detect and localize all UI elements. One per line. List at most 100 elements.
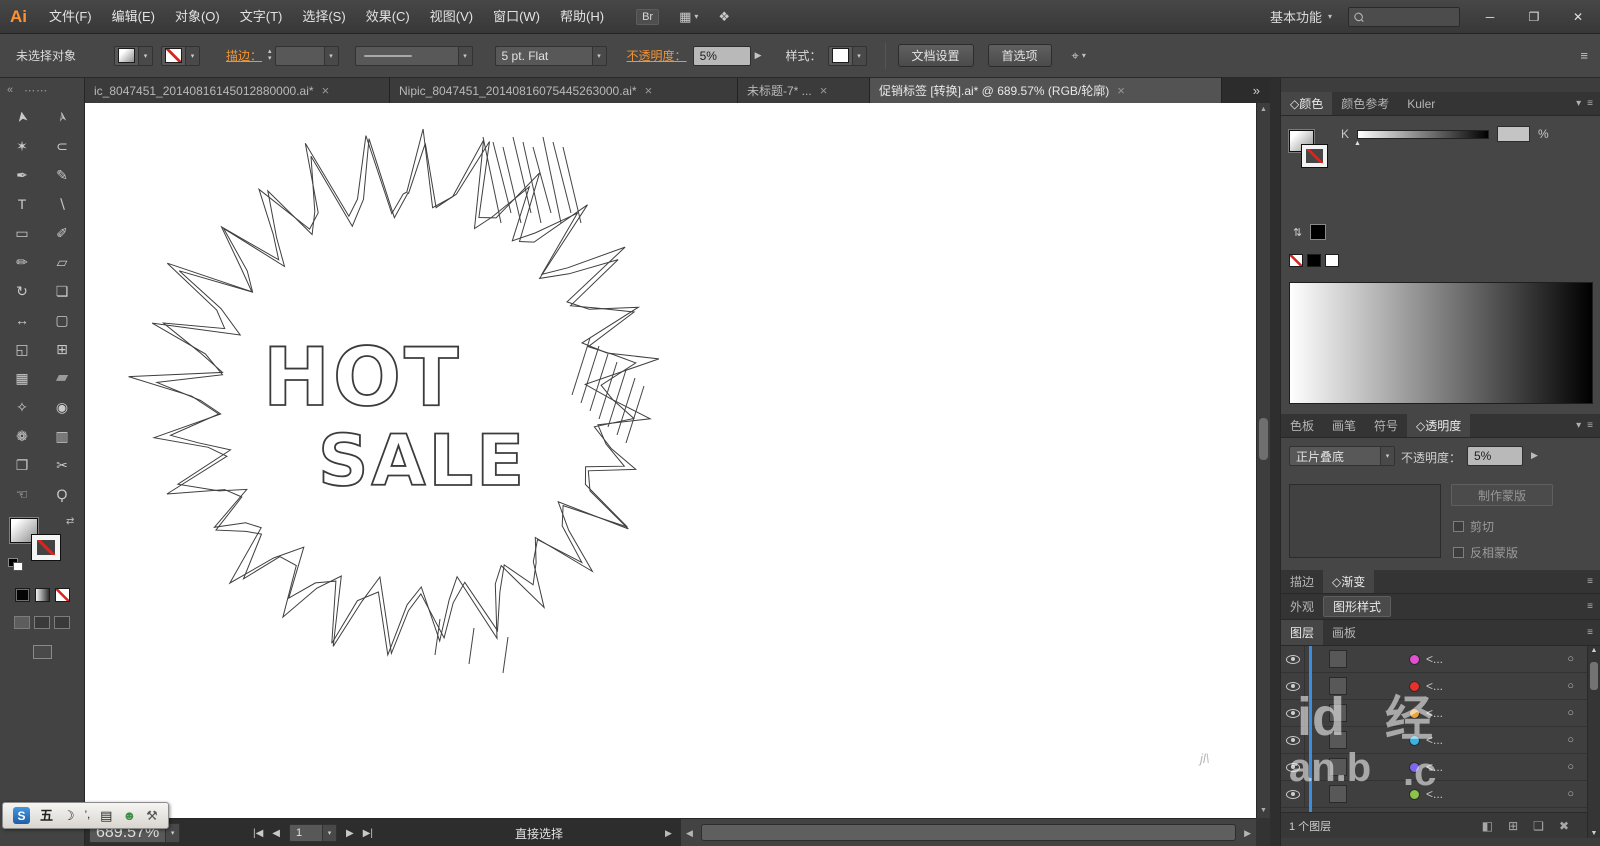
search-input[interactable]: Ϙ [1348,6,1460,27]
doc-tab-2[interactable]: 未标题-7* ... × [738,78,870,103]
arrange-documents-button[interactable]: ▦ ▾ [679,9,698,25]
lasso-tool[interactable]: ⊂ [42,131,82,160]
menu-item-4[interactable]: 选择(S) [292,9,355,24]
workspace-switcher[interactable]: 基本功能 ▾ [1270,7,1332,26]
previous-artboard-button[interactable]: ◀ [272,828,280,839]
color-tabs-1[interactable]: 颜色参考 [1332,92,1398,115]
layers-scrollbar[interactable]: ▲ ▼ [1587,646,1600,838]
control-extra-button[interactable]: ⌖ ▾ [1072,48,1086,64]
minimize-button[interactable]: ─ [1476,10,1504,24]
horizontal-scrollbar[interactable]: ◀ ▶ [681,819,1256,846]
opacity-input[interactable]: 5% [692,45,751,66]
doc-tab-3[interactable]: 促销标签 [转换].ai* @ 689.57% (RGB/轮廓) × [870,78,1222,103]
last-color-swatch[interactable] [1310,224,1327,240]
gradient-tool[interactable]: ▰ [42,363,82,392]
opacity-value-input[interactable]: 5% [1467,446,1523,466]
ime-settings-icon[interactable]: ⚒ [146,809,158,822]
layer-row-4[interactable]: <... ○ [1281,754,1588,781]
free-transform-tool[interactable]: ▢ [42,305,82,334]
ime-logo-icon[interactable]: S [13,807,30,824]
stroke-proxy[interactable] [32,535,60,560]
menu-item-2[interactable]: 对象(O) [165,9,230,24]
stroke-proxy-small[interactable] [1302,145,1327,167]
new-sublayer-icon[interactable]: ⊞ [1508,819,1518,833]
close-button[interactable]: ✕ [1564,10,1592,24]
scroll-down-icon[interactable]: ▼ [1588,830,1600,837]
fill-color-dropdown[interactable]: ▾ [114,45,154,66]
collapse-toolbar-icon[interactable]: « [7,84,14,96]
k-value-input[interactable] [1497,126,1531,142]
menu-item-7[interactable]: 窗口(W) [483,9,550,24]
visibility-toggle[interactable] [1281,673,1305,699]
target-icon[interactable]: ○ [1567,653,1574,665]
layer-row-2[interactable]: <... ○ [1281,700,1588,727]
ime-wubi-icon[interactable]: 五 [40,809,53,822]
make-clipping-mask-icon[interactable]: ◧ [1482,819,1493,833]
black-swatch[interactable] [1307,254,1321,267]
symbol-sprayer-tool[interactable]: ❁ [2,421,42,450]
lock-toggle[interactable] [1305,781,1315,807]
first-artboard-button[interactable]: |◀ [253,828,263,839]
mid-tabs-1[interactable]: 画笔 [1323,414,1365,437]
tab-close-icon[interactable]: × [322,83,330,98]
blend-mode-dropdown[interactable]: 正片叠底 ▾ [1289,446,1395,466]
horizontal-scroll-thumb[interactable] [701,824,1236,841]
gradient-mode-button[interactable] [34,588,50,602]
menu-item-6[interactable]: 视图(V) [420,9,483,24]
app-logo[interactable]: Ai [10,7,27,27]
visibility-toggle[interactable] [1281,727,1305,753]
eyedropper-tool[interactable]: ✧ [2,392,42,421]
menu-item-3[interactable]: 文字(T) [230,9,293,24]
panel-menu-icon[interactable]: ≡ [1587,627,1593,638]
width-profile-dropdown[interactable]: ▾ [354,45,473,66]
target-icon[interactable]: ○ [1567,734,1574,746]
width-tool[interactable]: ↔ [2,305,42,334]
stroke-weight-dropdown[interactable]: ▾ [274,45,339,66]
draw-normal-button[interactable] [14,616,30,629]
target-icon[interactable]: ○ [1567,680,1574,692]
blend-tool[interactable]: ◉ [42,392,82,421]
mesh-tool[interactable]: ▦ [2,363,42,392]
white-swatch[interactable] [1325,254,1339,267]
chevron-down-icon[interactable]: ▾ [1576,98,1581,109]
visibility-toggle[interactable] [1281,781,1305,807]
zoom-tool[interactable]: Ϙ [42,479,82,508]
tab-close-icon[interactable]: × [645,83,653,98]
lock-toggle[interactable] [1305,700,1315,726]
menu-item-8[interactable]: 帮助(H) [550,9,614,24]
magic-wand-tool[interactable]: ✶ [2,131,42,160]
opacity-flyout-icon[interactable]: ▶ [755,50,762,61]
menu-item-1[interactable]: 编辑(E) [102,9,165,24]
k-slider-thumb[interactable]: ▲ [1354,140,1361,147]
ap-tabs-1[interactable]: 图形样式 [1323,596,1392,617]
layer-row-0[interactable]: <... ○ [1281,646,1588,673]
mid-tabs-0[interactable]: 色板 [1281,414,1323,437]
add-anchor-tool[interactable]: ✎ [42,160,82,189]
preferences-button[interactable]: 首选项 [987,44,1052,67]
panel-menu-icon[interactable]: ≡ [1587,420,1593,431]
ly-tabs-0[interactable]: 图层 [1281,620,1324,645]
scroll-down-icon[interactable]: ▼ [1257,804,1270,818]
mid-tabs-3[interactable]: ◇透明度 [1407,414,1471,437]
doc-tab-1[interactable]: Nipic_8047451_20140816075445263000.ai* × [390,78,738,103]
make-mask-button[interactable]: 制作蒙版 [1451,484,1553,506]
chevron-down-icon[interactable]: ▾ [1576,420,1581,431]
scroll-left-icon[interactable]: ◀ [686,828,693,839]
tab-overflow-icon[interactable]: » [1243,78,1270,103]
panel-menu-icon[interactable]: ≡ [1587,576,1593,587]
artboard-number-dropdown[interactable]: 1 ▾ [289,824,337,842]
ap-tabs-0[interactable]: 外观 [1281,594,1323,619]
vertical-scroll-thumb[interactable] [1259,418,1268,460]
scroll-up-icon[interactable]: ▲ [1588,647,1600,654]
rectangle-tool[interactable]: ▭ [2,218,42,247]
lock-toggle[interactable] [1305,673,1315,699]
slice-tool[interactable]: ✂ [42,450,82,479]
ime-keyboard-icon[interactable]: ▤ [100,809,112,822]
tab-close-icon[interactable]: × [820,83,828,98]
ime-user-icon[interactable]: ☻ [122,809,136,822]
type-tool[interactable]: T [2,189,42,218]
pencil-tool[interactable]: ✏ [2,247,42,276]
menu-item-0[interactable]: 文件(F) [39,9,102,24]
clip-checkbox[interactable] [1453,521,1464,532]
scroll-right-icon[interactable]: ▶ [1244,828,1251,839]
